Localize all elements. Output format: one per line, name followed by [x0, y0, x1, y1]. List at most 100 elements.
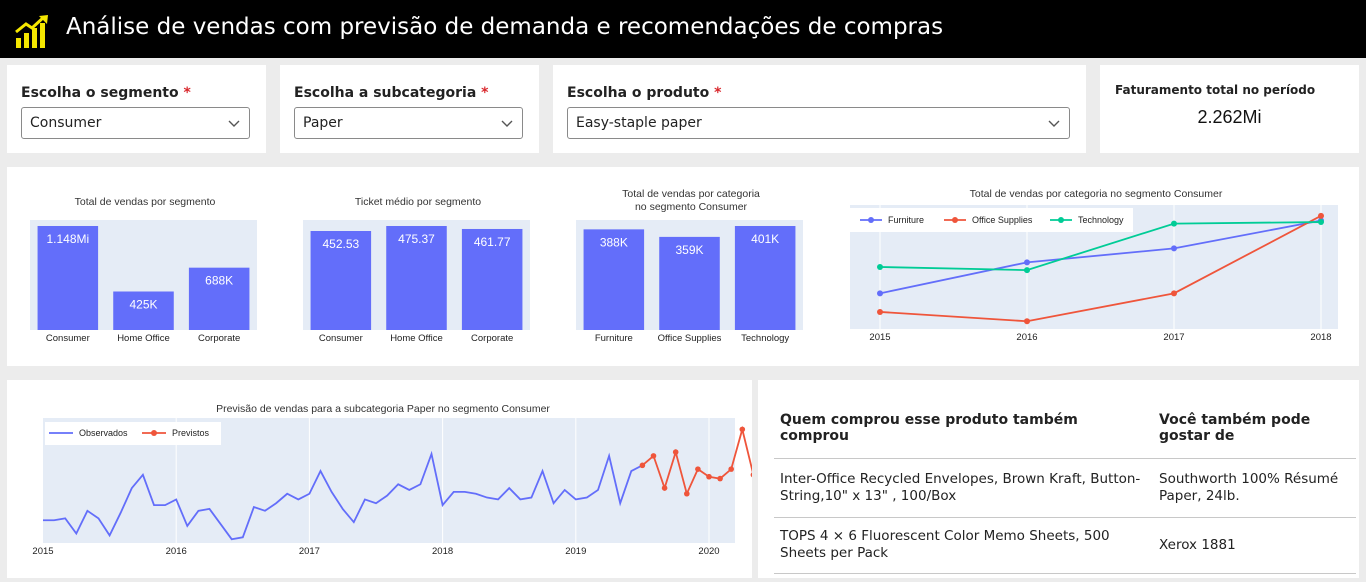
x-tick-label: 2020	[698, 546, 719, 557]
segment-select-value: Consumer	[30, 115, 102, 131]
chart-title: Total de vendas por categoria	[622, 188, 760, 200]
x-tick-label: 2015	[869, 332, 890, 343]
x-tick-label: 2016	[166, 546, 187, 557]
chevron-down-icon	[1048, 120, 1060, 127]
data-point	[877, 264, 883, 270]
x-tick-label: Home Office	[117, 333, 170, 344]
legend-label: Furniture	[888, 215, 924, 225]
x-tick-label: Home Office	[390, 333, 443, 344]
data-point	[1024, 259, 1030, 266]
table-row: TOPS 4 × 6 Fluorescent Color Memo Sheets…	[774, 517, 1356, 574]
data-point	[684, 490, 690, 497]
chevron-down-icon	[228, 120, 240, 127]
data-label: 425K	[129, 297, 157, 311]
x-tick-label: 2019	[565, 546, 586, 557]
header-bar: Análise de vendas com previsão de demand…	[0, 0, 1366, 58]
legend-label: Office Supplies	[972, 215, 1033, 225]
x-tick-label: Technology	[741, 333, 789, 344]
col-suggest-header: Você também pode gostar de	[1153, 398, 1356, 459]
page-title: Análise de vendas com previsão de demand…	[66, 14, 944, 40]
segment-select[interactable]: Consumer	[21, 107, 250, 139]
x-tick-label: Corporate	[471, 333, 513, 344]
legend-label: Technology	[1078, 215, 1124, 225]
data-point	[1024, 267, 1030, 274]
table-header-row: Quem comprou esse produto também comprou…	[774, 398, 1356, 459]
data-point	[639, 462, 646, 469]
x-tick-label: Office Supplies	[658, 333, 722, 344]
sales-by-segment-chart: Total de vendas por segmento 1.148Mi Consu…	[30, 196, 257, 344]
data-point	[877, 308, 883, 315]
x-tick-label: 2017	[1163, 332, 1184, 343]
chart-title: no segmento Consumer	[635, 201, 748, 213]
data-point	[728, 466, 734, 472]
data-label: 452.53	[322, 237, 359, 251]
chart-title: Total de vendas por segmento	[75, 196, 216, 208]
data-point	[650, 453, 657, 459]
legend-label: Observados	[79, 428, 128, 438]
subcategory-filter-label: Escolha a subcategoria *	[294, 85, 489, 101]
data-label: 1.148Mi	[46, 232, 89, 246]
product-filter-label: Escolha o produto *	[567, 85, 722, 101]
data-label: 401K	[751, 232, 779, 246]
suggest-cell: Southworth 100% Résumé Paper, 24lb.	[1153, 458, 1356, 518]
data-point	[706, 473, 712, 480]
subcategory-select-value: Paper	[303, 115, 343, 131]
kpi-label: Faturamento total no período	[1115, 83, 1316, 97]
x-tick-label: Corporate	[198, 333, 240, 344]
data-point	[661, 485, 668, 491]
data-point	[1318, 212, 1324, 219]
bought-cell: Inter-Office Recycled Envelopes, Brown K…	[774, 458, 1153, 518]
product-filter-card: Escolha o produto * Easy-staple paper	[553, 65, 1086, 153]
x-tick-label: 2018	[1310, 332, 1331, 343]
recommendations-card: Quem comprou esse produto também comprou…	[758, 380, 1359, 578]
bought-cell: TOPS 4 × 6 Fluorescent Color Memo Sheets…	[774, 517, 1153, 574]
data-label: 388K	[600, 235, 628, 249]
sales-forecast-chart: Previsão de vendas para a subcategoria P…	[32, 403, 752, 557]
data-point	[1171, 220, 1177, 227]
x-tick-label: Consumer	[319, 333, 363, 344]
data-point	[1024, 318, 1030, 325]
data-label: 475.37	[398, 232, 435, 246]
chart-title: Previsão de vendas para a subcategoria P…	[216, 403, 550, 415]
legend-marker	[952, 217, 958, 223]
charts-row: Total de vendas por segmento 1.148Mi Consu…	[7, 167, 1359, 366]
x-tick-label: 2015	[32, 546, 53, 557]
product-select-value: Easy-staple paper	[576, 115, 702, 131]
table-row: Inter-Office Recycled Envelopes, Brown K…	[774, 458, 1356, 518]
product-select[interactable]: Easy-staple paper	[567, 107, 1070, 139]
data-point	[695, 466, 701, 472]
legend-marker	[1058, 217, 1064, 223]
x-tick-label: 2018	[432, 546, 453, 557]
kpi-value: 2.262Mi	[1197, 107, 1262, 127]
segment-filter-card: Escolha o segmento * Consumer	[7, 65, 266, 153]
legend-label: Previstos	[172, 428, 210, 438]
chart-title: Total de vendas por categoria no segment…	[970, 188, 1223, 200]
data-label: 359K	[675, 243, 703, 257]
bar-chart-trend-icon	[15, 15, 48, 48]
sales-by-category-trend-chart: Total de vendas por categoria no segment…	[850, 188, 1338, 343]
data-point	[672, 449, 679, 455]
data-point	[1171, 245, 1177, 252]
recommendations-table: Quem comprou esse produto também comprou…	[774, 398, 1356, 574]
revenue-kpi-card: Faturamento total no período 2.262Mi	[1100, 65, 1359, 153]
segment-filter-label: Escolha o segmento *	[21, 85, 191, 101]
suggest-cell: Xerox 1881	[1153, 517, 1356, 574]
data-point	[877, 290, 883, 297]
avg-ticket-by-segment-chart: Ticket médio por segmento 452.53 Consumer 4…	[303, 196, 530, 344]
chart-title: Ticket médio por segmento	[355, 196, 481, 208]
legend-marker	[868, 217, 874, 223]
x-tick-label: 2016	[1016, 332, 1037, 343]
x-tick-label: Consumer	[46, 333, 90, 344]
data-label: 461.77	[474, 235, 511, 249]
subcategory-select[interactable]: Paper	[294, 107, 523, 139]
data-point	[739, 426, 746, 433]
data-point	[750, 472, 752, 478]
forecast-card: Previsão de vendas para a subcategoria P…	[7, 380, 752, 578]
col-bought-header: Quem comprou esse produto também comprou	[774, 398, 1153, 459]
data-point	[717, 475, 723, 482]
data-label: 688K	[205, 274, 233, 288]
x-tick-label: 2017	[299, 546, 320, 557]
data-point	[1318, 219, 1324, 226]
data-point	[1171, 290, 1177, 297]
sales-by-category-chart: Total de vendas por categoriano segmento…	[576, 188, 803, 344]
